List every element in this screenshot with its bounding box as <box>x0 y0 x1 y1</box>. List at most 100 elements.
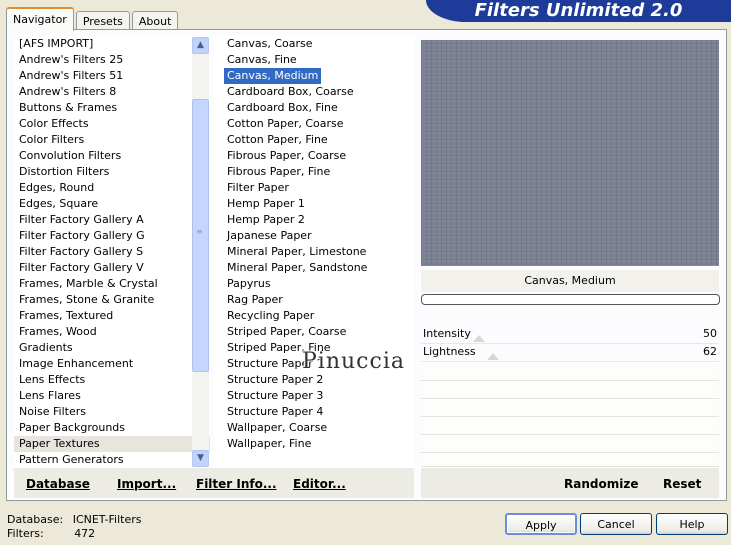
list-item[interactable]: Buttons & Frames <box>14 100 210 116</box>
app-banner: Filters Unlimited 2.0 <box>426 0 731 22</box>
list-item[interactable]: Filter Factory Gallery A <box>14 212 210 228</box>
slider-intensity[interactable]: Intensity 50 <box>421 325 719 344</box>
list-item[interactable]: Andrew's Filters 51 <box>14 68 210 84</box>
list-item[interactable]: Cotton Paper, Coarse <box>214 116 414 132</box>
list-item[interactable]: Color Filters <box>14 132 210 148</box>
list-item[interactable]: Fibrous Paper, Coarse <box>214 148 414 164</box>
empty-slider-slot <box>421 399 719 417</box>
slider-value: 62 <box>703 345 717 358</box>
import-button[interactable]: Import... <box>117 470 176 498</box>
list-item[interactable]: Distortion Filters <box>14 164 210 180</box>
status-database-value: ICNET-Filters <box>72 513 142 526</box>
tab-strip: Navigator Presets About <box>6 7 180 31</box>
import-label: Import... <box>117 477 177 491</box>
status-database-label: Database: <box>7 513 64 526</box>
watermark: Pinuccia <box>302 349 405 374</box>
empty-slider-slot <box>421 417 719 435</box>
list-item[interactable]: Image Enhancement <box>14 356 210 372</box>
randomize-button[interactable]: Randomize <box>564 470 638 498</box>
slider-thumb-icon[interactable] <box>473 335 485 342</box>
slider-label: Intensity <box>423 327 471 340</box>
status-filters-value: 472 <box>74 527 96 540</box>
list-item[interactable]: Filter Paper <box>214 180 414 196</box>
list-item[interactable]: Hemp Paper 1 <box>214 196 414 212</box>
list-item[interactable]: Rag Paper <box>214 292 414 308</box>
editor-label: Editor... <box>293 477 346 491</box>
list-item[interactable]: Noise Filters <box>14 404 210 420</box>
database-button[interactable]: Database <box>26 470 90 498</box>
filter-info-label: Filter Info... <box>196 477 277 491</box>
list-item[interactable]: Paper Backgrounds <box>14 420 210 436</box>
list-item[interactable]: Cotton Paper, Fine <box>214 132 414 148</box>
empty-slider-slot <box>421 453 719 467</box>
list-item[interactable]: Frames, Marble & Crystal <box>14 276 210 292</box>
list-item[interactable]: Andrew's Filters 8 <box>14 84 210 100</box>
tab-presets[interactable]: Presets <box>75 11 130 30</box>
category-items: [AFS IMPORT] Andrew's Filters 25 Andrew's … <box>14 36 210 468</box>
list-item[interactable]: Structure Paper 2 <box>214 372 414 388</box>
list-item[interactable]: Paper Textures <box>14 436 210 452</box>
list-item[interactable]: Edges, Square <box>14 196 210 212</box>
list-item[interactable]: Frames, Textured <box>14 308 210 324</box>
scroll-up-icon[interactable]: ▲ <box>192 37 209 54</box>
filter-list[interactable]: Canvas, Coarse Canvas, Fine Canvas, Medium… <box>214 36 414 468</box>
list-item[interactable]: Structure Paper 4 <box>214 404 414 420</box>
slider-value: 50 <box>703 327 717 340</box>
category-scrollbar[interactable]: ▲ ≡ ▼ <box>192 37 209 467</box>
scroll-down-icon[interactable]: ▼ <box>192 450 209 467</box>
slider-panel: Intensity 50 Lightness 62 <box>421 322 719 467</box>
list-item[interactable]: Gradients <box>14 340 210 356</box>
tab-navigator[interactable]: Navigator <box>6 7 74 31</box>
filter-info-button[interactable]: Filter Info... <box>196 470 277 498</box>
progress-bar <box>421 294 720 305</box>
list-item[interactable]: Pattern Generators <box>14 452 210 468</box>
list-item[interactable]: Cardboard Box, Coarse <box>214 84 414 100</box>
help-button[interactable]: Help <box>656 513 728 535</box>
category-list[interactable]: [AFS IMPORT] Andrew's Filters 25 Andrew's … <box>14 36 210 468</box>
empty-slider-slot <box>421 381 719 399</box>
list-item[interactable]: Convolution Filters <box>14 148 210 164</box>
filter-items: Canvas, Coarse Canvas, Fine Canvas, Medium… <box>214 36 414 452</box>
list-item[interactable]: Canvas, Coarse <box>214 36 414 52</box>
list-item[interactable]: Filter Factory Gallery S <box>14 244 210 260</box>
list-item[interactable]: Andrew's Filters 25 <box>14 52 210 68</box>
list-item[interactable]: Canvas, Fine <box>214 52 414 68</box>
slider-lightness[interactable]: Lightness 62 <box>421 343 719 362</box>
list-item[interactable]: Edges, Round <box>14 180 210 196</box>
database-label: Database <box>26 477 90 491</box>
list-item[interactable]: Lens Flares <box>14 388 210 404</box>
list-item[interactable]: Striped Paper, Coarse <box>214 324 414 340</box>
reset-button[interactable]: Reset <box>663 470 701 498</box>
list-item[interactable]: Papyrus <box>214 276 414 292</box>
list-item[interactable]: Recycling Paper <box>214 308 414 324</box>
list-item[interactable]: Cardboard Box, Fine <box>214 100 414 116</box>
status-info: Database: ICNET-Filters Filters: 472 <box>7 513 141 541</box>
preview-label: Canvas, Medium <box>421 270 719 292</box>
list-item[interactable]: Wallpaper, Coarse <box>214 420 414 436</box>
list-item[interactable]: Filter Factory Gallery V <box>14 260 210 276</box>
tab-about[interactable]: About <box>131 11 179 30</box>
grip-icon: ≡ <box>196 227 203 236</box>
list-item[interactable]: Hemp Paper 2 <box>214 212 414 228</box>
list-item[interactable]: Frames, Stone & Granite <box>14 292 210 308</box>
cancel-button[interactable]: Cancel <box>580 513 652 535</box>
status-filters-label: Filters: <box>7 527 44 540</box>
apply-button[interactable]: Apply <box>505 513 577 535</box>
list-item[interactable]: Frames, Wood <box>14 324 210 340</box>
scroll-thumb[interactable]: ≡ <box>192 99 209 372</box>
list-item[interactable]: Japanese Paper <box>214 228 414 244</box>
list-item[interactable]: Wallpaper, Fine <box>214 436 414 452</box>
list-item[interactable]: Lens Effects <box>14 372 210 388</box>
list-item[interactable]: Canvas, Medium <box>224 68 322 84</box>
empty-slider-slot <box>421 363 719 381</box>
list-item[interactable]: [AFS IMPORT] <box>14 36 210 52</box>
slider-thumb-icon[interactable] <box>487 353 499 360</box>
list-item[interactable]: Color Effects <box>14 116 210 132</box>
list-item[interactable]: Mineral Paper, Limestone <box>214 244 414 260</box>
slider-label: Lightness <box>423 345 476 358</box>
list-item[interactable]: Filter Factory Gallery G <box>14 228 210 244</box>
list-item[interactable]: Structure Paper 3 <box>214 388 414 404</box>
list-item[interactable]: Fibrous Paper, Fine <box>214 164 414 180</box>
editor-button[interactable]: Editor... <box>293 470 346 498</box>
list-item[interactable]: Mineral Paper, Sandstone <box>214 260 414 276</box>
